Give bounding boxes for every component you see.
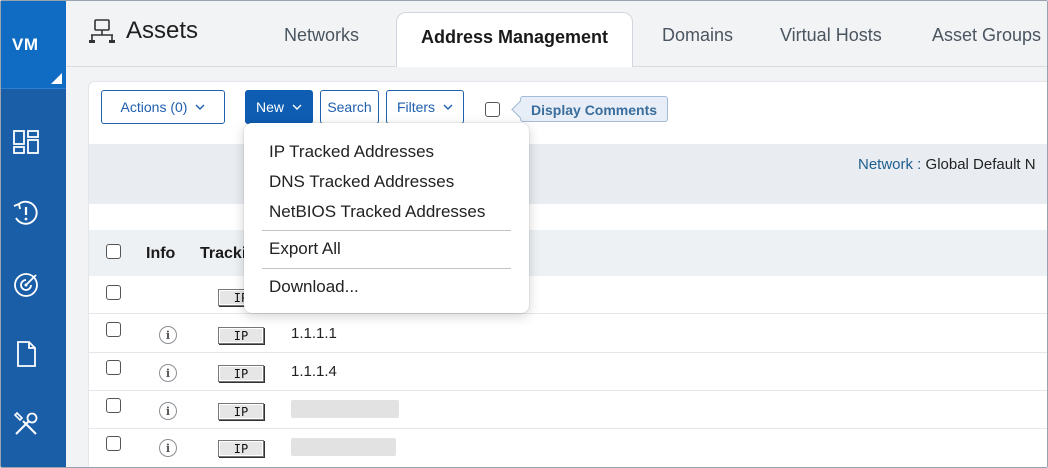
ip-address[interactable]: 1.1.1.1 [291,325,337,342]
actions-dropdown-button[interactable]: Actions (0) [101,90,225,124]
filters-label: Filters [396,99,436,115]
new-label: New [255,99,284,115]
menu-item-dns-tracked[interactable]: DNS Tracked Addresses [269,172,454,192]
page-title: Assets [88,17,198,45]
info-icon[interactable]: i [159,439,177,457]
tools-icon [13,411,38,435]
menu-item-ip-tracked[interactable]: IP Tracked Addresses [269,142,434,162]
sidebar-item-dashboard[interactable] [11,127,41,157]
column-header-info: Info [146,245,176,262]
info-icon[interactable]: i [159,402,177,420]
app-window: VM Assets Networks Address Management Do… [0,0,1048,468]
address-panel: Actions (0) New Search Filters Display C… [88,81,1047,467]
alert-history-icon [13,200,38,225]
sidebar: VM [1,1,66,467]
chevron-down-icon [195,104,205,110]
new-dropdown-button[interactable]: New [245,90,313,124]
document-icon [17,341,36,367]
chevron-down-icon [443,104,453,110]
tab-virtual-hosts[interactable]: Virtual Hosts [780,25,882,46]
tab-domains[interactable]: Domains [662,25,733,46]
new-dropdown-menu: IP Tracked Addresses DNS Tracked Address… [244,123,529,313]
tracking-ip-badge: IP [218,327,264,344]
row-checkbox[interactable] [106,360,121,375]
network-icon [89,19,115,43]
row-checkbox[interactable] [106,436,121,451]
dashboard-icon [13,130,39,154]
menu-item-download[interactable]: Download... [269,277,359,297]
menu-divider [262,230,511,231]
info-icon[interactable]: i [159,326,177,344]
row-checkbox[interactable] [106,398,121,413]
page-title-text: Assets [126,17,199,44]
row-checkbox[interactable] [106,285,121,300]
user-initials: VM [12,35,39,54]
menu-item-netbios-tracked[interactable]: NetBIOS Tracked Addresses [269,202,485,222]
display-comments-label: Display Comments [520,96,669,122]
ip-address[interactable]: 1.1.1.4 [291,363,337,380]
tracking-ip-badge: IP [218,440,264,457]
sidebar-item-scans[interactable] [11,269,41,299]
info-icon[interactable]: i [159,364,177,382]
expand-corner-icon [51,73,62,84]
row-divider [89,313,1047,314]
tab-asset-groups[interactable]: Asset Groups [932,25,1041,46]
sidebar-item-tools[interactable] [11,409,41,439]
sidebar-item-reports[interactable] [11,339,41,369]
radar-icon [14,273,38,297]
user-menu[interactable]: VM [1,1,66,89]
filters-dropdown-button[interactable]: Filters [386,90,464,124]
search-button[interactable]: Search [320,90,379,124]
network-filter: Network : Global Default N [858,156,1036,173]
redacted-address [291,438,396,456]
redacted-address [291,400,399,418]
sidebar-item-alerts[interactable] [11,198,41,228]
top-bar: Assets Networks Address Management Domai… [66,1,1047,68]
tab-networks[interactable]: Networks [284,25,359,46]
tracking-ip-badge: IP [218,365,264,382]
tracking-ip-badge: IP [218,403,264,420]
actions-label: Actions (0) [120,99,188,115]
menu-item-export-all[interactable]: Export All [269,239,341,259]
content-area: Actions (0) New Search Filters Display C… [66,67,1047,467]
column-header-tracking[interactable]: Tracki [200,245,246,263]
network-label: Network : [858,156,922,173]
row-checkbox[interactable] [106,322,121,337]
display-comments-checkbox[interactable] [485,102,500,117]
chevron-down-icon [292,104,302,110]
row-divider [89,390,1047,391]
network-band [89,144,1047,204]
network-value: Global Default N [925,156,1036,173]
row-divider [89,428,1047,429]
menu-divider [262,268,511,269]
tab-address-management[interactable]: Address Management [396,12,634,68]
select-all-checkbox[interactable] [106,244,121,259]
row-divider [89,352,1047,353]
